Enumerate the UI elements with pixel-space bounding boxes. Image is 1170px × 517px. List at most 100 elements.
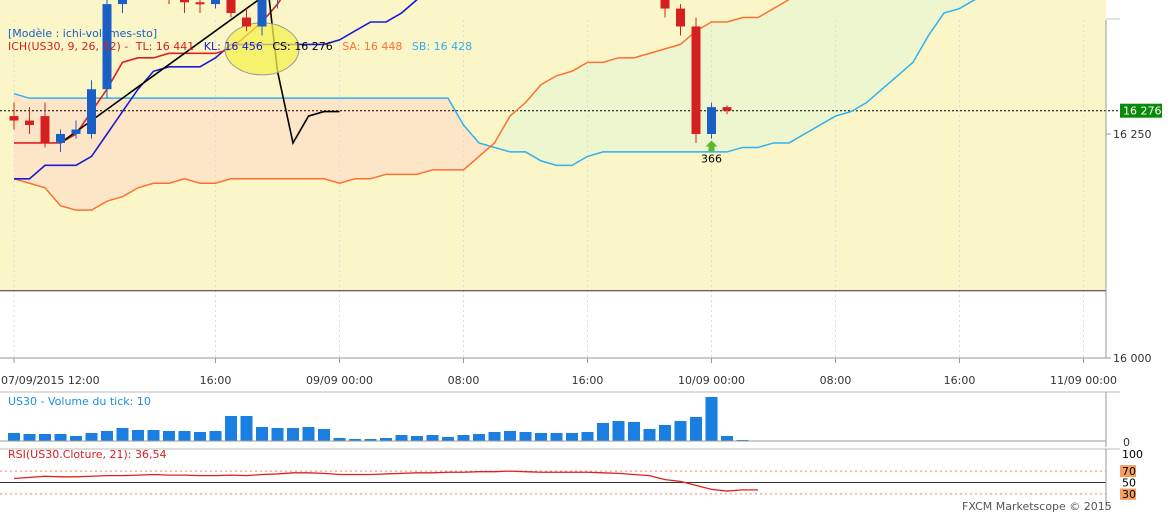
cloud-segment xyxy=(541,75,557,166)
rsi-line xyxy=(13,470,758,492)
cloud-segment xyxy=(634,53,650,152)
candle-down xyxy=(242,17,251,27)
cloud-segment xyxy=(789,0,805,143)
volume-bar xyxy=(163,431,175,441)
volume-bar xyxy=(256,427,268,441)
candle-down xyxy=(195,2,205,5)
time-tick-label: 11/09 00:00 xyxy=(1050,374,1117,387)
volume-bar xyxy=(85,433,98,441)
candle-down xyxy=(691,26,701,135)
cloud-segment xyxy=(882,0,898,90)
volume-bar xyxy=(302,427,315,441)
volume-bar xyxy=(628,422,640,441)
volume-bar xyxy=(23,434,36,441)
volume-bar xyxy=(8,433,20,441)
cloud-segment xyxy=(14,93,30,184)
volume-bar xyxy=(519,432,532,441)
cloud-segment xyxy=(773,0,789,143)
candle-up xyxy=(56,134,65,143)
candle-down xyxy=(25,120,34,126)
volume-bar xyxy=(659,425,671,441)
candle-down xyxy=(180,0,189,3)
volume-bar xyxy=(240,416,253,441)
cloud-segment xyxy=(587,62,603,157)
model-label: [Modèle : ichi-volumes-sto] xyxy=(8,27,158,40)
volume-bar xyxy=(488,432,501,441)
volume-bar xyxy=(271,428,284,441)
volume-bar xyxy=(504,431,516,441)
candle-up xyxy=(707,107,716,134)
volume-bar xyxy=(566,433,578,441)
volume-bar xyxy=(442,437,454,441)
cloud-segment xyxy=(758,8,774,148)
cloud-segment xyxy=(122,98,138,197)
cloud-segment xyxy=(866,0,882,103)
volume-bar xyxy=(411,436,423,441)
volume-bar xyxy=(70,436,82,441)
signal-label: 366 xyxy=(701,152,722,165)
volume-bar xyxy=(597,423,609,441)
kl-value: KL: 16 456 xyxy=(203,40,263,53)
cs-value: CS: 16 276 xyxy=(272,40,333,53)
candle-up xyxy=(257,0,267,27)
candle-down xyxy=(40,116,50,143)
ich-label: ICH(US30, 9, 26, 52) - xyxy=(8,40,129,53)
volume-bar xyxy=(690,417,702,441)
volume-bar xyxy=(535,433,547,441)
cloud-segment xyxy=(820,0,836,126)
price-tick-label: 16 250 xyxy=(1113,128,1152,141)
candle-up xyxy=(71,129,81,134)
volume-pane[interactable]: US30 - Volume du tick: 10 0 xyxy=(0,391,1130,449)
rsi-tick-label: 50 xyxy=(1122,477,1136,490)
volume-bar xyxy=(147,430,160,441)
cloud-segment xyxy=(386,98,402,175)
indicator-header: ICH(US30, 9, 26, 52) - TL: 16 441 KL: 16… xyxy=(8,40,478,53)
volume-bar xyxy=(209,431,222,441)
price-pane[interactable]: 366 16 00016 25016 500 16 276 07/09/2015… xyxy=(0,0,1162,387)
cloud-segment xyxy=(556,71,572,166)
volume-bar xyxy=(473,434,485,441)
candle-down xyxy=(722,107,732,111)
candle-down xyxy=(676,8,685,27)
time-tick-label: 08:00 xyxy=(448,374,480,387)
time-tick-label: 08:00 xyxy=(820,374,852,387)
time-tick-label: 07/09/2015 12:00 xyxy=(1,374,100,387)
chart-canvas: 09/0910/0911/09 366 16 00016 25016 500 1… xyxy=(0,0,1162,510)
volume-bar xyxy=(705,397,718,441)
volume-bar xyxy=(457,435,470,441)
rsi-tick-label: 100 xyxy=(1122,448,1143,461)
volume-bar xyxy=(643,429,656,441)
time-tick-label: 10/09 00:00 xyxy=(678,374,745,387)
candle-down xyxy=(226,0,236,14)
volume-bar xyxy=(116,428,129,441)
volume-bar xyxy=(287,428,299,441)
rsi-title: RSI(US30.Cloture, 21): 36,54 xyxy=(8,448,166,461)
cloud-segment xyxy=(851,0,867,112)
volume-bar xyxy=(581,432,594,441)
cloud-segment xyxy=(835,0,851,117)
volume-bar xyxy=(318,429,330,441)
cloud-segment xyxy=(649,48,665,152)
volume-bar xyxy=(426,435,439,441)
volume-bar xyxy=(612,421,625,441)
volume-bar xyxy=(721,436,733,441)
sa-value: SA: 16 448 xyxy=(342,40,403,53)
cloud-segment xyxy=(432,98,448,170)
sb-value: SB: 16 428 xyxy=(411,40,473,53)
volume-bar xyxy=(132,430,144,441)
volume-bar xyxy=(54,434,67,441)
time-tick-label: 16:00 xyxy=(944,374,976,387)
candle-down xyxy=(660,0,670,9)
cloud-segment xyxy=(417,98,433,175)
cloud-segment xyxy=(401,98,417,175)
cloud-segment xyxy=(618,57,634,152)
credit: FXCM Marketscope © 2015 xyxy=(962,500,1112,513)
cloud-segment xyxy=(572,62,588,166)
volume-bar xyxy=(674,421,687,441)
time-tick-label: 09/09 00:00 xyxy=(306,374,373,387)
current-price-marker: 16 276 xyxy=(1120,103,1162,118)
cloud-segment xyxy=(665,44,681,152)
volume-bar xyxy=(178,431,191,441)
rsi-tick-label: 30 xyxy=(1122,488,1136,501)
volume-bar xyxy=(395,435,408,441)
